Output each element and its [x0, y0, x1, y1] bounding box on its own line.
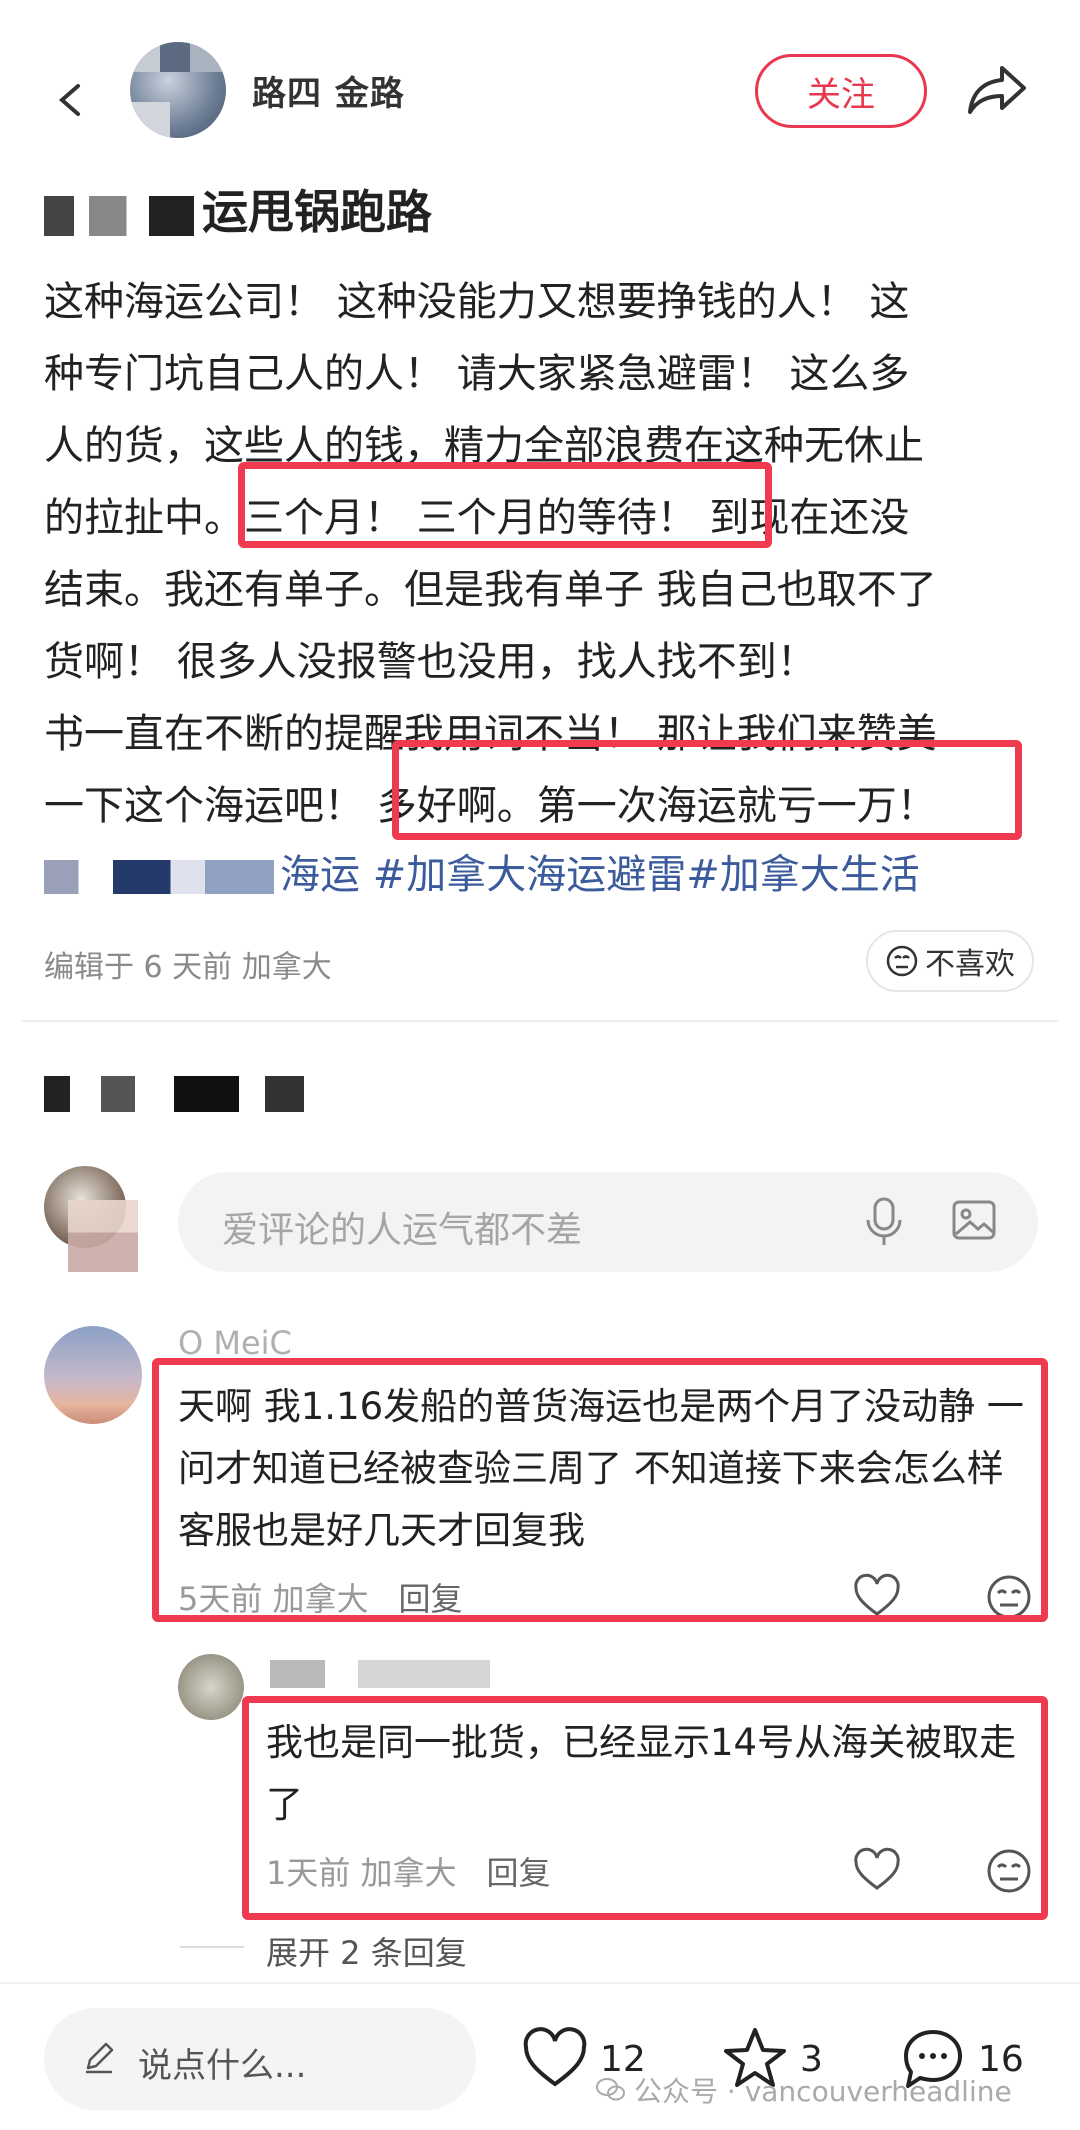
divider	[180, 1946, 244, 1948]
highlight-box	[152, 1358, 1048, 1622]
back-icon[interactable]	[52, 80, 92, 120]
body-line: 这种海运公司！ 这种没能力又想要挣钱的人！ 这	[44, 279, 910, 325]
body-line: 种专门坑自己人的人！ 请大家紧急避雷！ 这么多	[44, 351, 910, 397]
redacted-mosaic	[44, 860, 274, 894]
post-title-text: 运甩锅跑路	[202, 185, 432, 239]
heart-icon	[523, 2027, 587, 2087]
body-line: 货啊！ 很多人没报警也没用，找人找不到！	[44, 639, 817, 685]
dislike-button[interactable]: 不喜欢	[866, 930, 1034, 992]
comments-count	[44, 1072, 304, 1112]
watermark-text: 公众号 · vancouverheadline	[634, 2075, 1012, 2108]
author-avatar[interactable]	[130, 42, 226, 138]
meh-face-icon	[886, 945, 918, 977]
say-something-input[interactable]: 说点什么...	[44, 2008, 476, 2110]
redacted-mosaic	[68, 1200, 138, 1272]
reply-avatar[interactable]	[178, 1654, 244, 1720]
image-icon[interactable]	[950, 1196, 998, 1244]
post-tags[interactable]: 海运 #加拿大海运避雷#加拿大生活	[44, 842, 920, 900]
comment-input[interactable]: 爱评论的人运气都不差	[178, 1172, 1038, 1272]
highlight-box	[242, 1696, 1048, 1920]
body-line: 结束。我还有单子。但是我有单子 我自己也取不了	[44, 567, 937, 613]
redacted-mosaic	[270, 1660, 490, 1688]
mic-icon[interactable]	[862, 1196, 906, 1248]
author-name[interactable]: 路四 金路	[252, 66, 405, 115]
tags-text[interactable]: 海运 #加拿大海运避雷#加拿大生活	[280, 852, 920, 898]
share-icon[interactable]	[966, 62, 1028, 118]
dislike-label: 不喜欢	[925, 947, 1015, 982]
highlight-box	[238, 462, 772, 548]
post-title: 运甩锅跑路	[44, 176, 432, 242]
watermark: 公众号 · vancouverheadline	[596, 2070, 1012, 2110]
highlight-box	[392, 740, 1022, 840]
pen-icon	[86, 2042, 114, 2074]
commenter-name[interactable]: O MeiC	[178, 1324, 292, 1362]
wechat-icon	[596, 2078, 625, 2101]
edit-meta: 编辑于 6 天前 加拿大	[44, 950, 332, 985]
commenter-name-text: O MeiC	[178, 1324, 292, 1362]
divider	[22, 1020, 1058, 1022]
expand-replies-button[interactable]: 展开 2 条回复	[266, 1928, 467, 1974]
redacted-mosaic	[44, 1075, 304, 1112]
comment-input-placeholder: 爱评论的人运气都不差	[222, 1210, 583, 1251]
follow-button[interactable]: 关注	[755, 54, 927, 128]
commenter-avatar[interactable]	[44, 1326, 142, 1424]
divider	[0, 1982, 1080, 1984]
redacted-mosaic	[44, 195, 194, 236]
say-something-placeholder: 说点什么...	[138, 2046, 307, 2086]
